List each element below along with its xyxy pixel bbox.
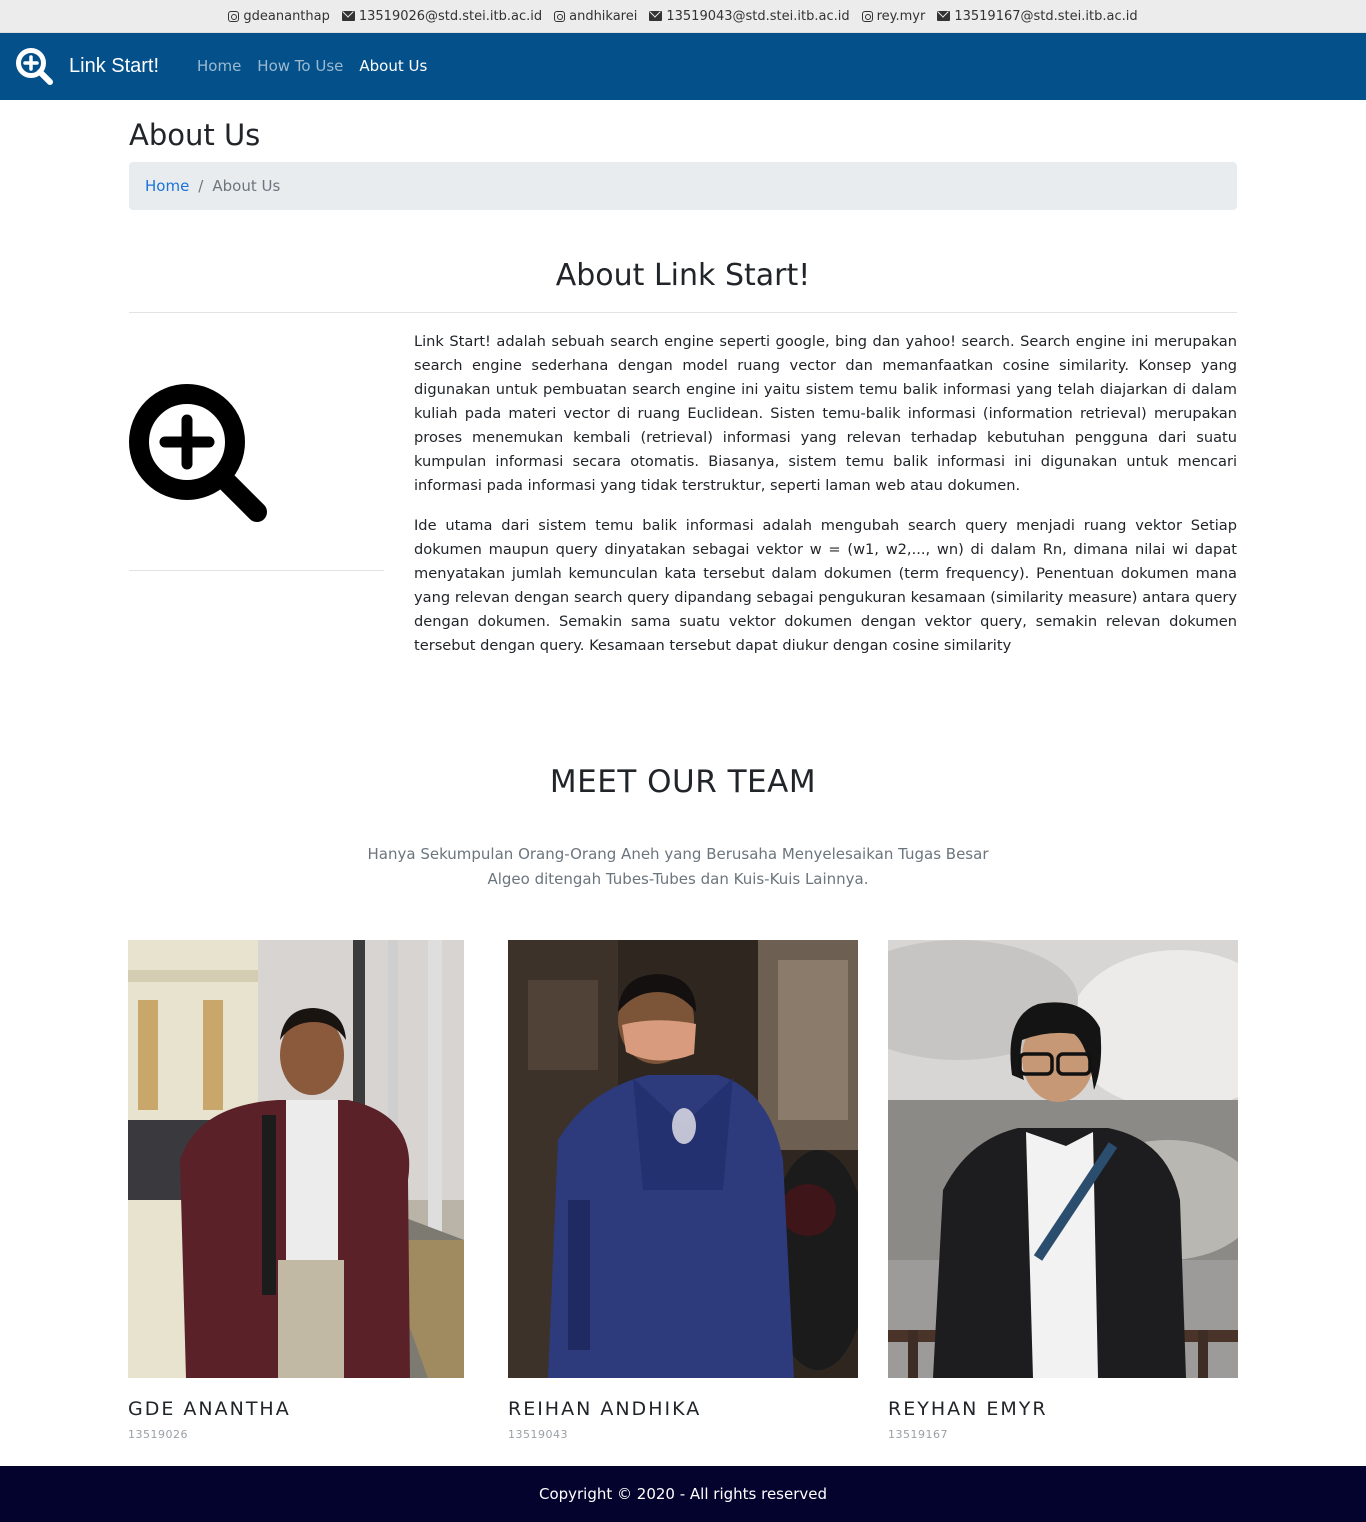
- magnifier-plus-icon: [129, 384, 267, 522]
- nav-how-to-use[interactable]: How To Use: [257, 57, 343, 75]
- contact-instagram[interactable]: andhikarei: [554, 9, 637, 24]
- instagram-icon: [861, 10, 873, 22]
- member-name: GDE ANANTHA: [128, 1398, 291, 1420]
- nav-home[interactable]: Home: [197, 57, 241, 75]
- contact-text: gdeananthap: [243, 8, 330, 24]
- contact-text: 13519043@std.stei.itb.ac.id: [666, 8, 850, 24]
- magnifier-plus-icon[interactable]: [15, 47, 55, 87]
- copyright-text: Copyright © 2020 - All rights reserved: [538, 1485, 828, 1503]
- contact-email[interactable]: 13519026@std.stei.itb.ac.id: [341, 8, 543, 24]
- contact-instagram[interactable]: rey.myr: [861, 8, 926, 24]
- contact-text: andhikarei: [569, 8, 638, 24]
- member-name: REIHAN ANDHIKA: [508, 1398, 702, 1420]
- about-paragraph: Ide utama dari sistem temu balik informa…: [414, 517, 1237, 654]
- breadcrumb-current: About Us: [212, 177, 281, 195]
- contact-email[interactable]: 13519043@std.stei.itb.ac.id: [649, 8, 850, 24]
- member-id: 13519026: [128, 1428, 188, 1441]
- member-id: 13519043: [508, 1428, 568, 1441]
- member-photo: [888, 940, 1238, 1378]
- divider: [129, 312, 1237, 313]
- about-text: Link Start! adalah sebuah search engine …: [414, 330, 1237, 674]
- instagram-icon: [228, 10, 240, 22]
- footer: Copyright © 2020 - All rights reserved: [0, 1466, 1366, 1522]
- breadcrumb-home[interactable]: Home: [145, 177, 189, 195]
- nav-links: Home How To Use About Us: [197, 57, 427, 75]
- contact-email[interactable]: 13519167@std.stei.itb.ac.id: [937, 8, 1138, 24]
- team-subtitle: Hanya Sekumpulan Orang-Orang Aneh yang B…: [367, 845, 989, 888]
- contact-bar: gdeananthap 13519026@std.stei.itb.ac.id …: [0, 0, 1366, 33]
- envelope-icon: [341, 11, 355, 21]
- member-photo: [128, 940, 464, 1378]
- divider: [129, 570, 384, 571]
- member-id: 13519167: [888, 1428, 948, 1441]
- page-title: About Us: [129, 118, 261, 152]
- breadcrumb-separator: /: [198, 177, 204, 195]
- contact-text: 13519167@std.stei.itb.ac.id: [954, 8, 1138, 24]
- contact-text: 13519026@std.stei.itb.ac.id: [358, 8, 543, 24]
- member-name: REYHAN EMYR: [888, 1398, 1048, 1420]
- envelope-icon: [649, 11, 663, 21]
- instagram-icon: [554, 10, 566, 22]
- about-paragraph: Link Start! adalah sebuah search engine …: [414, 333, 1237, 494]
- contact-instagram[interactable]: gdeananthap: [228, 8, 330, 24]
- member-photo: [508, 940, 858, 1378]
- team-heading: MEET OUR TEAM: [549, 764, 817, 800]
- navbar: Link Start! Home How To Use About Us: [0, 33, 1366, 100]
- nav-about-us[interactable]: About Us: [359, 57, 427, 75]
- envelope-icon: [937, 11, 951, 21]
- breadcrumb: Home / About Us: [129, 162, 1237, 210]
- about-heading: About Link Start!: [555, 258, 811, 293]
- brand-name[interactable]: Link Start!: [69, 55, 159, 78]
- contact-text: rey.myr: [876, 8, 926, 24]
